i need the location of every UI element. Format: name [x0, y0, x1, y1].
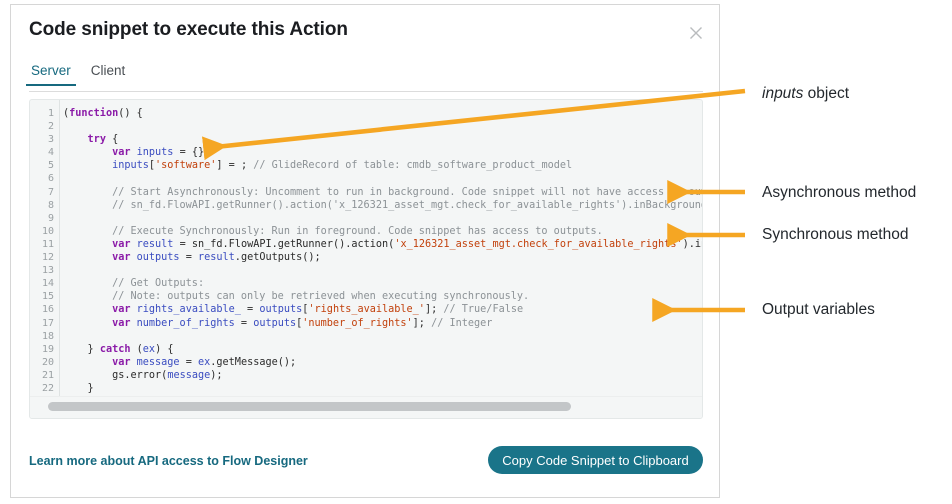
code-line: (function() { [63, 108, 143, 119]
close-icon[interactable] [685, 22, 707, 44]
code-line: gs.error(message); [112, 369, 223, 381]
code-line: try { [87, 134, 119, 146]
line-number: 4 [47, 147, 54, 159]
line-number: 6 [47, 173, 54, 185]
code-line: var number_of_rights = outputs['number_o… [112, 317, 493, 329]
line-number: 8 [47, 199, 54, 211]
page-title: Code snippet to execute this Action [29, 19, 348, 40]
annotation-label-asynchronous-method: Asynchronous method [762, 184, 917, 201]
code-snippet-dialog: Code snippet to execute this Action Serv… [10, 4, 720, 498]
code-line: } [87, 382, 94, 394]
line-number: 12 [41, 252, 54, 264]
code-editor-panel: 1 2 3 4 5 6 7 8 9 10 11 12 13 14 15 16 1… [29, 99, 703, 419]
code-line: } catch (ex) { [87, 343, 174, 355]
code-content[interactable]: (function() { try { var inputs = {}; inp… [63, 100, 702, 396]
line-number: 3 [47, 134, 54, 146]
line-number: 7 [47, 186, 54, 198]
tab-server[interactable]: Server [26, 63, 76, 86]
annotation-label-inputs-object-emphasis: inputs [762, 85, 804, 102]
line-number: 11 [41, 238, 54, 250]
dialog-header: Code snippet to execute this Action [11, 5, 719, 57]
horizontal-scrollbar[interactable] [30, 396, 702, 418]
line-number: 2 [47, 121, 54, 133]
code-line: // sn_fd.FlowAPI.getRunner().action('x_1… [112, 199, 702, 211]
line-number: 22 [41, 382, 54, 394]
line-number: 18 [41, 330, 54, 342]
line-number-gutter: 1 2 3 4 5 6 7 8 9 10 11 12 13 14 15 16 1… [30, 100, 60, 396]
line-number: 17 [41, 317, 54, 329]
line-number: 16 [41, 304, 54, 316]
line-number: 13 [41, 265, 54, 277]
annotation-label-output-variables: Output variables [762, 301, 875, 318]
code-line: // Start Asynchronously: Uncomment to ru… [112, 186, 702, 198]
code-line: // Note: outputs can only be retrieved w… [112, 291, 530, 303]
annotation-label-inputs-object-rest: object [803, 85, 850, 102]
code-scroll-viewport: 1 2 3 4 5 6 7 8 9 10 11 12 13 14 15 16 1… [30, 100, 702, 396]
tab-bar: Server Client [26, 63, 703, 92]
code-line: var outputs = result.getOutputs(); [112, 252, 321, 264]
line-number: 10 [41, 225, 54, 237]
copy-code-snippet-button[interactable]: Copy Code Snippet to Clipboard [488, 446, 703, 474]
code-line: var result = sn_fd.FlowAPI.getRunner().a… [112, 238, 702, 250]
line-number: 15 [41, 291, 54, 303]
line-number: 1 [47, 108, 54, 119]
line-number: 5 [47, 160, 54, 172]
horizontal-scrollbar-thumb[interactable] [48, 402, 571, 411]
line-number: 19 [41, 343, 54, 355]
line-number: 9 [47, 212, 54, 224]
line-number: 21 [41, 369, 54, 381]
annotation-label-synchronous-method: Synchronous method [762, 226, 909, 243]
line-number: 14 [41, 278, 54, 290]
learn-more-link[interactable]: Learn more about API access to Flow Desi… [29, 454, 308, 468]
code-line: // Get Outputs: [112, 278, 205, 290]
code-line: var rights_available_ = outputs['rights_… [112, 304, 524, 316]
code-line: inputs['software'] = ; // GlideRecord of… [112, 160, 573, 172]
tab-client[interactable]: Client [89, 63, 128, 85]
code-line: var inputs = {}; [112, 147, 211, 159]
code-line: var message = ex.getMessage(); [112, 356, 297, 368]
line-number: 20 [41, 356, 54, 368]
annotation-label-inputs-object: inputs object [762, 85, 849, 103]
code-line: // Execute Synchronously: Run in foregro… [112, 225, 603, 237]
